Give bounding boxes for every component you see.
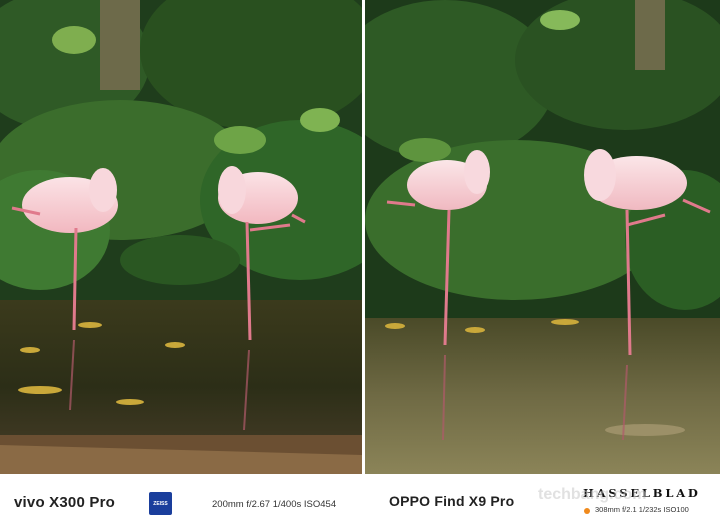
right-exif-info: 308mm f/2.1 1/232s ISO100 xyxy=(595,505,689,514)
left-exif-info: 200mm f/2.67 1/400s ISO454 xyxy=(212,499,337,510)
hasselblad-dot-icon xyxy=(584,508,590,514)
watermark-text: techbang.com xyxy=(538,486,647,503)
left-photo-panel: vivo X300 Pro ZEISS 200mm f/2.67 1/400s … xyxy=(0,0,362,531)
left-model-name: vivo X300 Pro xyxy=(14,494,115,511)
right-flamingo-photo xyxy=(365,0,720,474)
left-caption-bar: vivo X300 Pro ZEISS 200mm f/2.67 1/400s … xyxy=(0,474,362,531)
left-flamingo-photo xyxy=(0,0,362,474)
right-photo-panel: OPPO Find X9 Pro HASSELBLAD 308mm f/2.1 … xyxy=(365,0,720,531)
zeiss-logo: ZEISS xyxy=(149,492,172,515)
right-model-name: OPPO Find X9 Pro xyxy=(389,493,515,509)
